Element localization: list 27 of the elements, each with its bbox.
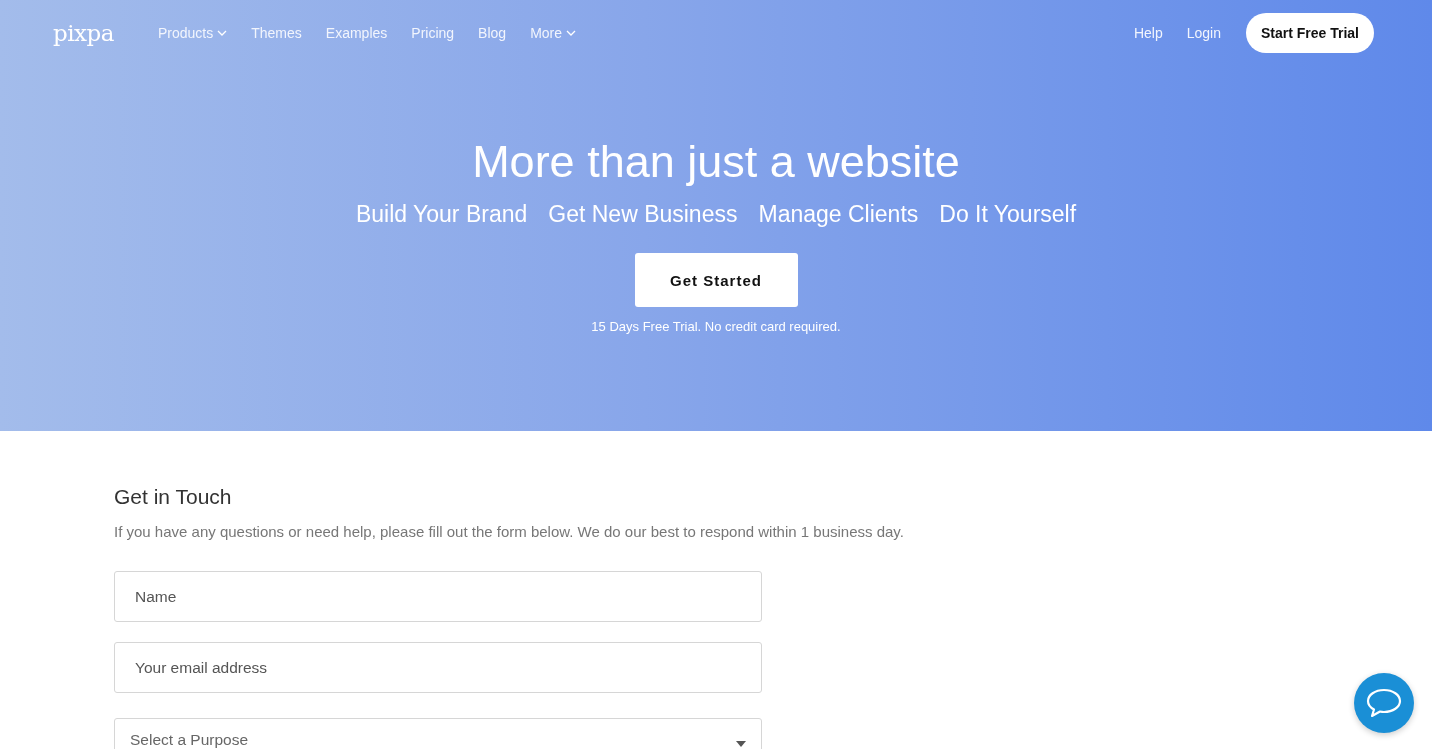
tagline: Get New Business [548, 201, 738, 228]
nav-link[interactable]: Products [158, 25, 228, 41]
nav-link[interactable]: Blog [478, 25, 507, 41]
purpose-select[interactable]: Select a Purpose [114, 718, 762, 749]
tagline: Manage Clients [758, 201, 919, 228]
tagline: Do It Yourself [939, 201, 1077, 228]
input-field[interactable]: Name [114, 571, 762, 622]
chevron-down-icon [566, 30, 577, 36]
tagline: Build Your Brand [355, 201, 528, 228]
chat-button[interactable] [1354, 673, 1414, 733]
nav-link[interactable]: Pricing [411, 25, 455, 41]
hero-title: More than just a website [472, 136, 960, 188]
start-free-trial-button[interactable]: Start Free Trial [1245, 13, 1374, 53]
nav-link[interactable]: Themes [251, 25, 302, 41]
get-started-button[interactable]: Get Started [634, 253, 798, 307]
chevron-down-icon [217, 30, 228, 36]
intro-text: If you have any questions or need help, please fill out the form below. We do our best to respond within 1 business day. [114, 523, 905, 540]
nav-link[interactable]: Login [1186, 25, 1221, 41]
trial-note: 15 Days Free Trial. No credit card required. [591, 319, 841, 334]
section-title: Get in Touch [114, 484, 233, 510]
chat-bubble-icon [1366, 688, 1402, 718]
nav-link[interactable]: More [530, 25, 577, 41]
nav-link[interactable]: Help [1133, 25, 1163, 41]
input-field[interactable]: Your email address [114, 642, 762, 693]
dropdown-arrow-icon [736, 741, 746, 747]
nav-link[interactable]: Examples [325, 25, 388, 41]
logo[interactable]: pixpa [53, 20, 114, 46]
